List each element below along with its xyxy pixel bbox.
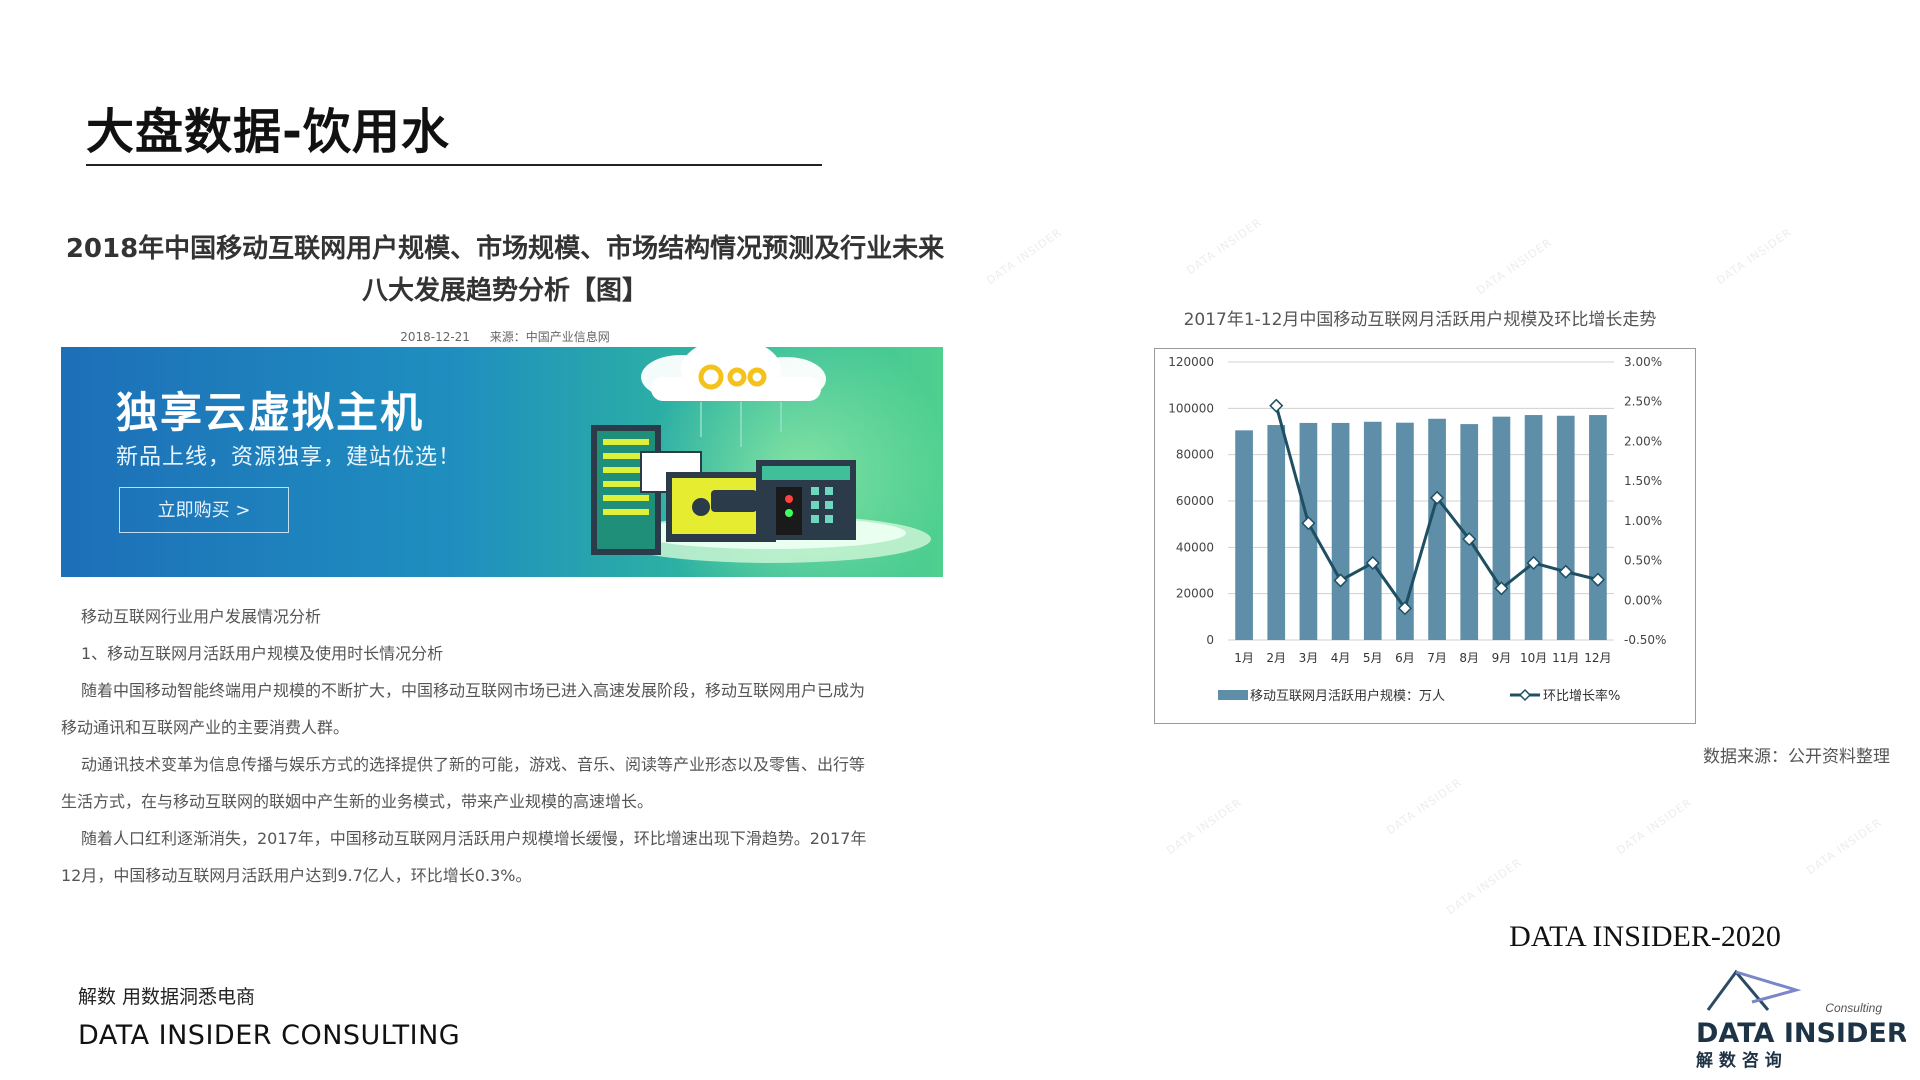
- banner-subline: 新品上线，资源独享，建站优选！: [116, 445, 462, 470]
- y-left-tick-label: 0: [1206, 633, 1214, 647]
- chart-title: 2017年1-12月中国移动互联网月活跃用户规模及环比增长走势: [1183, 310, 1657, 330]
- article-meta: 2018-12-21 来源：中国产业信息网: [60, 328, 950, 345]
- brand-year-label: DATA INSIDER-2020: [1509, 920, 1781, 953]
- bar: [1589, 415, 1607, 640]
- watermark-text: DATA INSIDER: [1614, 795, 1695, 858]
- article-source: 来源：中国产业信息网: [489, 330, 610, 344]
- x-tick-label: 12月: [1584, 651, 1611, 665]
- x-tick-label: 1月: [1234, 651, 1254, 665]
- y-right-tick-label: 2.00%: [1624, 434, 1662, 448]
- footer-tagline: 解数 用数据洞悉电商: [78, 986, 256, 1008]
- watermark-text: DATA INSIDER: [1164, 795, 1245, 858]
- watermark-text: DATA INSIDER: [1804, 815, 1885, 878]
- paragraph: 12月，中国移动互联网月活跃用户达到9.7亿人，环比增长0.3%。: [61, 866, 532, 885]
- paragraph: 移动互联网行业用户发展情况分析: [81, 607, 322, 626]
- x-tick-label: 3月: [1299, 651, 1319, 665]
- article-date: 2018-12-21: [400, 330, 470, 344]
- logo-consulting: Consulting: [1825, 1001, 1882, 1015]
- bar: [1524, 415, 1543, 640]
- bar: [1492, 416, 1511, 640]
- article-title: 2018年中国移动互联网用户规模、市场规模、市场结构情况预测及行业未来 八大发展…: [60, 228, 950, 312]
- y-left-tick-label: 80000: [1176, 448, 1214, 462]
- x-tick-label: 9月: [1492, 651, 1512, 665]
- title-underline: [86, 164, 822, 166]
- bar: [1235, 430, 1253, 640]
- x-tick-label: 8月: [1459, 651, 1479, 665]
- x-tick-label: 10月: [1520, 651, 1547, 665]
- bar: [1428, 418, 1446, 640]
- y-left-tick-label: 100000: [1168, 401, 1214, 415]
- banner-headline: 独享云虚拟主机: [116, 388, 425, 437]
- y-left-tick-label: 120000: [1168, 355, 1214, 369]
- bar: [1556, 415, 1575, 640]
- x-tick-label: 2月: [1266, 651, 1286, 665]
- logo-cn: 解 数 咨 询: [1696, 1050, 1782, 1071]
- y-right-tick-label: 0.50%: [1624, 554, 1662, 568]
- x-tick-label: 7月: [1427, 651, 1447, 665]
- data-insider-logo: Consulting DATA INSIDER 解 数 咨 询: [1696, 969, 1906, 1071]
- watermark-text: DATA INSIDER: [1444, 855, 1525, 918]
- logo-name: DATA INSIDER: [1696, 1018, 1906, 1049]
- ad-banner[interactable]: 独享云虚拟主机 新品上线，资源独享，建站优选！ 立即购买 >: [61, 347, 943, 577]
- y-right-tick-label: 3.00%: [1624, 355, 1662, 369]
- buy-now-button[interactable]: 立即购买 >: [119, 487, 289, 533]
- y-right-tick-label: 0.00%: [1624, 593, 1662, 607]
- paragraph: 生活方式，在与移动互联网的联姻中产生新的业务模式，带来产业规模的高速增长。: [61, 792, 654, 811]
- article-title-line2: 八大发展趋势分析【图】: [361, 276, 648, 306]
- bar: [1267, 425, 1286, 640]
- x-tick-label: 4月: [1331, 651, 1351, 665]
- watermark-text: DATA INSIDER: [1184, 215, 1265, 278]
- paragraph: 移动通讯和互联网产业的主要消费人群。: [61, 718, 350, 737]
- watermark-text: DATA INSIDER: [1384, 775, 1465, 838]
- paragraph: 动通讯技术变革为信息传播与娱乐方式的选择提供了新的可能，游戏、音乐、阅读等产业形…: [81, 755, 866, 774]
- x-tick-label: 6月: [1395, 651, 1415, 665]
- y-left-tick-label: 40000: [1176, 540, 1214, 554]
- y-right-tick-label: 1.00%: [1624, 514, 1662, 528]
- y-right-tick-label: -0.50%: [1624, 633, 1666, 647]
- data-source-note: 数据来源：公开资料整理: [1703, 747, 1890, 767]
- footer-company-name: DATA INSIDER CONSULTING: [78, 1020, 461, 1051]
- y-right-tick-label: 2.50%: [1624, 395, 1662, 409]
- legend-line-label: 环比增长率%: [1543, 688, 1620, 704]
- watermark-text: DATA INSIDER: [1474, 235, 1555, 298]
- bar: [1363, 421, 1382, 640]
- legend-bar-label: 移动互联网月活跃用户规模：万人: [1250, 688, 1445, 704]
- growth-rate-point: [1269, 398, 1284, 413]
- legend-line-marker: [1518, 688, 1532, 702]
- combo-chart: 0 20000 40000 60000 80000 100000 120000 -0.50% 0…: [1168, 355, 1666, 704]
- paragraph: 随着人口红利逐渐消失，2017年，中国移动互联网月活跃用户规模增长缓慢，环比增速…: [81, 829, 867, 848]
- bar: [1331, 422, 1350, 640]
- y-right-tick-label: 1.50%: [1624, 474, 1662, 488]
- paragraph: 随着中国移动智能终端用户规模的不断扩大，中国移动互联网市场已进入高速发展阶段，移…: [81, 681, 866, 700]
- y-left-tick-label: 60000: [1176, 494, 1214, 508]
- watermark-text: DATA INSIDER: [984, 225, 1065, 288]
- y-left-tick-label: 20000: [1176, 587, 1214, 601]
- cloud-server-illustration: [591, 347, 931, 563]
- x-tick-label: 11月: [1552, 651, 1579, 665]
- slide-title: 大盘数据-饮用水: [86, 104, 450, 160]
- paragraph: 1、移动互联网月活跃用户规模及使用时长情况分析: [81, 644, 444, 663]
- watermark-text: DATA INSIDER: [1714, 225, 1795, 288]
- article-title-line1: 2018年中国移动互联网用户规模、市场规模、市场结构情况预测及行业未来: [65, 234, 945, 264]
- x-tick-label: 5月: [1363, 651, 1383, 665]
- legend-bar-swatch: [1218, 690, 1248, 700]
